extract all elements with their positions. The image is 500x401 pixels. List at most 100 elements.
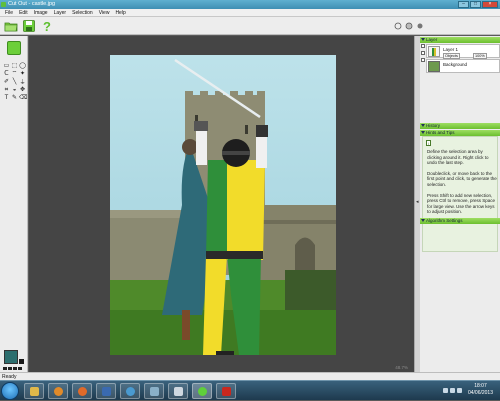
history-panel-header[interactable]: History [420, 123, 500, 129]
new-layer-icon[interactable] [421, 44, 425, 48]
help-icon: ? [43, 19, 51, 34]
status-bar: Ready [0, 372, 500, 380]
duplicate-layer-icon[interactable] [421, 51, 425, 55]
image-canvas[interactable] [110, 55, 336, 355]
layer-panel-header[interactable]: Layer [420, 37, 500, 43]
hints-panel: i Define the selection area by clicking … [422, 136, 498, 252]
collapse-arrow-icon[interactable]: ◂ [416, 199, 419, 205]
window-title: Cut Out - castle.jpg [8, 1, 56, 7]
delete-layer-icon[interactable] [421, 58, 425, 62]
clock-time: 18:07 [474, 383, 487, 389]
layer-row-layer1[interactable]: Layer 1 Objects 100% [426, 44, 500, 59]
layer-row-background[interactable]: Background [426, 59, 500, 73]
menu-edit[interactable]: Edit [16, 9, 31, 17]
swatch-preset[interactable] [3, 367, 7, 370]
open-folder-icon [4, 22, 18, 32]
taskbar-photo-viewer[interactable] [96, 383, 116, 399]
lasso-icon[interactable]: ᑕ [3, 71, 10, 78]
close-button[interactable]: × [482, 1, 498, 8]
crop-icon[interactable]: ⌗ [3, 87, 10, 94]
minimize-button[interactable]: – [458, 1, 469, 8]
foreground-color-swatch[interactable] [4, 350, 18, 364]
cutout-icon [198, 387, 207, 396]
brush-icon[interactable]: ✐ [3, 79, 10, 86]
swatch-preset[interactable] [8, 367, 12, 370]
network-icon [126, 387, 135, 396]
taskbar: 18:07 04/06/2013 [0, 380, 500, 400]
layer-tools [421, 44, 425, 62]
clock-date: 04/06/2013 [467, 390, 493, 396]
menu-image[interactable]: Image [31, 9, 51, 17]
tray-network-icon[interactable] [450, 388, 455, 393]
taskbar-explorer[interactable] [24, 383, 44, 399]
save-button[interactable] [22, 19, 36, 33]
pdf-reader-icon [222, 387, 231, 396]
select-ellipse-icon[interactable]: ◯ [19, 63, 26, 70]
right-panel: Layer Layer 1 Objects 100% Background Hi… [420, 36, 500, 372]
view-mode-2-button[interactable] [404, 19, 414, 33]
tool-panel: ▭ ⬚ ◯ ᑕ ⌔ ✦ ✐ ╲ ⍊ ⌗ ◒ ✥ T ✎ ⌫ [0, 36, 28, 372]
line-icon[interactable]: ╲ [11, 79, 18, 86]
eraser-icon[interactable]: ⌫ [19, 95, 27, 102]
swatch-preset[interactable] [13, 367, 17, 370]
menu-file[interactable]: File [2, 9, 16, 17]
view-mode-3-button[interactable] [415, 19, 425, 33]
background-color-swatch[interactable] [19, 359, 24, 364]
start-button[interactable] [1, 382, 19, 400]
text-icon[interactable]: T [3, 95, 10, 102]
taskbar-application[interactable] [144, 383, 164, 399]
open-button[interactable] [4, 19, 18, 33]
zoom-level: 48.7% [395, 365, 408, 370]
polygon-lasso-icon[interactable]: ⌔ [11, 71, 18, 78]
explorer-icon [30, 387, 39, 396]
window-controls: – □ × [458, 1, 498, 8]
taskbar-pdf-reader[interactable] [216, 383, 236, 399]
move-icon[interactable]: ✥ [19, 87, 26, 94]
system-tray: 18:07 04/06/2013 [380, 381, 500, 401]
save-icon [23, 20, 35, 32]
paint-bucket-icon[interactable]: ◒ [11, 87, 18, 94]
menu-help[interactable]: Help [112, 9, 128, 17]
view-mode-icon [405, 22, 413, 30]
eyedropper-icon[interactable]: ⍊ [19, 79, 26, 86]
tool-grid: ▭ ⬚ ◯ ᑕ ⌔ ✦ ✐ ╲ ⍊ ⌗ ◒ ✥ T ✎ ⌫ [3, 63, 28, 102]
hint-paragraph: Doubleclick, or move back to the first p… [427, 170, 497, 187]
help-button[interactable]: ? [40, 19, 54, 34]
taskbar-media-player[interactable] [48, 383, 68, 399]
algorithm-settings-header[interactable]: Algorithm Settings [420, 218, 500, 224]
magic-wand-icon[interactable]: ✦ [19, 71, 26, 78]
taskbar-scanner[interactable] [168, 383, 188, 399]
select-rounded-icon[interactable]: ⬚ [11, 63, 18, 70]
menu-view[interactable]: View [96, 9, 113, 17]
layer-name: Background [443, 62, 468, 67]
layer-name: Layer 1 [443, 47, 459, 52]
taskbar-firefox[interactable] [72, 383, 92, 399]
app-icon [1, 2, 6, 7]
cutout-logo-icon [7, 41, 21, 55]
swatch-preset[interactable] [18, 367, 22, 370]
clock[interactable]: 18:07 04/06/2013 [468, 383, 493, 397]
hint-paragraph: Press Shift to add new selection, press … [427, 192, 496, 215]
svg-text:?: ? [43, 19, 51, 33]
view-mode-icon [417, 23, 423, 29]
hints-text: Define the selection area by clicking ar… [427, 149, 497, 220]
menu-selection[interactable]: Selection [69, 9, 96, 17]
application-icon [150, 387, 159, 396]
view-mode-icon [394, 22, 402, 30]
canvas-area[interactable]: 48.7% [29, 36, 414, 372]
maximize-button[interactable]: □ [470, 1, 481, 8]
layer-thumbnail [428, 46, 440, 57]
taskbar-cutout[interactable] [192, 383, 212, 399]
taskbar-network[interactable] [120, 383, 140, 399]
pencil-icon[interactable]: ✎ [11, 95, 18, 102]
castle-knights-photo [110, 55, 336, 355]
select-rectangle-icon[interactable]: ▭ [3, 63, 10, 70]
menu-layer[interactable]: Layer [51, 9, 70, 17]
media-player-icon [54, 387, 63, 396]
view-mode-1-button[interactable] [393, 19, 403, 33]
tray-volume-icon[interactable] [457, 388, 462, 393]
swatch-presets [3, 367, 22, 370]
photo-viewer-icon [102, 387, 111, 396]
tray-arrow-icon[interactable] [443, 388, 448, 393]
hint-paragraph: Define the selection area by clicking ar… [427, 149, 489, 166]
